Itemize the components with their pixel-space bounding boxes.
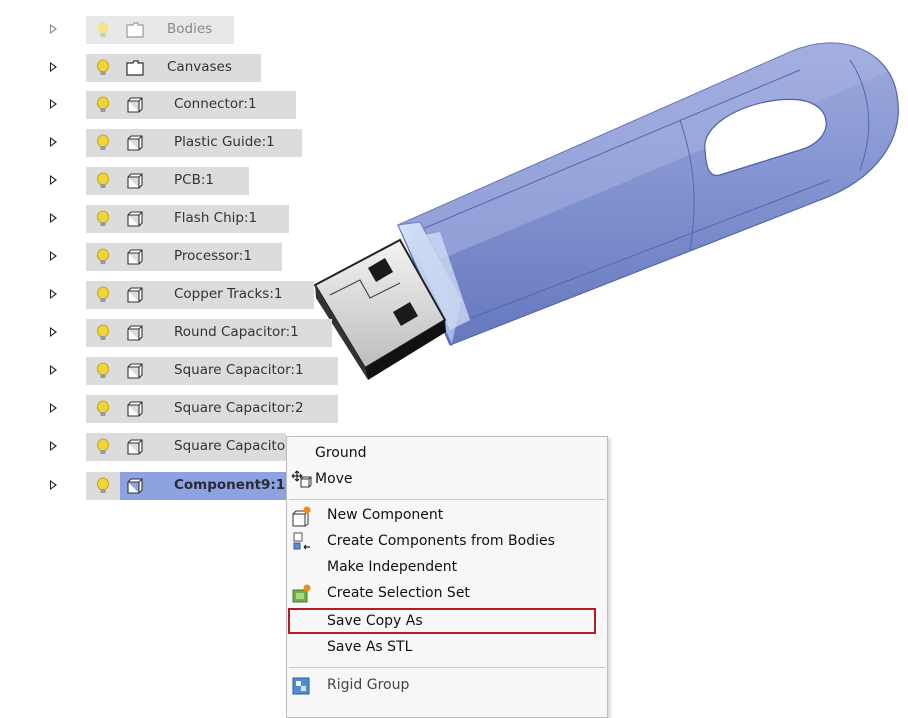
selection-set-icon <box>292 584 311 603</box>
tree-node-canvases[interactable]: Canvases <box>0 54 270 82</box>
menu-separator <box>289 667 605 668</box>
tree-node-component-selected[interactable]: Component9:1 <box>0 472 300 500</box>
component-icon <box>127 439 143 455</box>
visibility-bulb-icon[interactable] <box>95 59 111 77</box>
visibility-bulb-icon[interactable] <box>95 400 111 418</box>
tree-node-component[interactable]: Round Capacitor:1 <box>0 319 340 347</box>
component-icon <box>127 478 143 494</box>
visibility-bulb-icon[interactable] <box>95 248 111 266</box>
expand-arrow-icon[interactable] <box>50 24 57 34</box>
visibility-bulb-icon[interactable] <box>95 324 111 342</box>
component-icon <box>127 135 143 151</box>
tree-node-label: Flash Chip:1 <box>174 210 258 226</box>
tree-node-component[interactable]: Plastic Guide:1 <box>0 129 310 157</box>
menu-item-new-component[interactable]: New Component <box>287 503 607 529</box>
component-icon <box>127 97 143 113</box>
tree-node-component[interactable]: Square Capacitor:1 <box>0 357 340 385</box>
menu-item-label: Rigid Group <box>327 677 410 693</box>
tree-node-bodies[interactable]: Bodies <box>0 16 240 44</box>
components-from-bodies-icon <box>293 532 310 550</box>
tree-node-component[interactable]: Processor:1 <box>0 243 300 271</box>
menu-item-create-components-from-bodies[interactable]: Create Components from Bodies <box>287 529 607 555</box>
expand-arrow-icon[interactable] <box>50 213 57 223</box>
menu-item-rigid-group[interactable]: Rigid Group <box>287 673 607 699</box>
expand-arrow-icon[interactable] <box>50 327 57 337</box>
rigid-group-icon <box>292 677 310 695</box>
expand-arrow-icon[interactable] <box>50 403 57 413</box>
menu-item-move[interactable]: Move <box>287 467 607 493</box>
menu-item-label: Save As STL <box>327 639 413 655</box>
tree-node-component[interactable]: Copper Tracks:1 <box>0 281 320 309</box>
visibility-bulb-icon[interactable] <box>95 438 111 456</box>
expand-arrow-icon[interactable] <box>50 99 57 109</box>
expand-arrow-icon[interactable] <box>50 251 57 261</box>
expand-arrow-icon[interactable] <box>50 365 57 375</box>
usb-drive-model[interactable] <box>300 0 908 400</box>
expand-arrow-icon[interactable] <box>50 441 57 451</box>
tree-node-label: Square Capacitor:3 <box>174 438 304 454</box>
context-menu: Ground Move New Component Create Compone… <box>286 436 608 718</box>
tree-node-component[interactable]: Square Capacitor:2 <box>0 395 340 423</box>
component-icon <box>127 249 143 265</box>
menu-item-make-independent[interactable]: Make Independent <box>287 555 607 581</box>
component-icon <box>127 173 143 189</box>
expand-arrow-icon[interactable] <box>50 62 57 72</box>
menu-item-label: Create Selection Set <box>327 585 470 601</box>
tree-node-label: Bodies <box>167 21 213 37</box>
visibility-bulb-icon[interactable] <box>95 21 111 39</box>
component-icon <box>127 363 143 379</box>
tree-node-label: PCB:1 <box>174 172 214 188</box>
tree-node-component[interactable]: Flash Chip:1 <box>0 205 300 233</box>
visibility-bulb-icon[interactable] <box>95 172 111 190</box>
tree-node-label: Copper Tracks:1 <box>174 286 283 302</box>
menu-item-label: Make Independent <box>327 559 458 575</box>
component-icon <box>127 325 143 341</box>
tree-node-label: Processor:1 <box>174 248 252 264</box>
menu-item-ground[interactable]: Ground <box>287 441 607 467</box>
menu-item-label: Ground <box>315 445 367 461</box>
tree-node-label: Connector:1 <box>174 96 257 112</box>
visibility-bulb-icon[interactable] <box>95 134 111 152</box>
expand-arrow-icon[interactable] <box>50 289 57 299</box>
expand-arrow-icon[interactable] <box>50 175 57 185</box>
move-icon <box>291 470 312 488</box>
component-icon <box>127 401 143 417</box>
menu-item-label: Create Components from Bodies <box>327 533 555 549</box>
tree-node-label: Round Capacitor:1 <box>174 324 299 340</box>
tree-node-label: Plastic Guide:1 <box>174 134 275 150</box>
folder-icon <box>126 22 144 38</box>
visibility-bulb-icon[interactable] <box>95 286 111 304</box>
new-component-icon <box>292 506 311 527</box>
expand-arrow-icon[interactable] <box>50 137 57 147</box>
visibility-bulb-icon[interactable] <box>95 210 111 228</box>
tree-node-component[interactable]: Connector:1 <box>0 91 300 119</box>
tree-node-component[interactable]: Square Capacitor:3 <box>0 433 304 461</box>
visibility-bulb-icon[interactable] <box>95 96 111 114</box>
highlight-annotation <box>288 608 596 634</box>
tree-node-label: Square Capacitor:2 <box>174 400 304 416</box>
component-icon <box>127 287 143 303</box>
tree-node-component[interactable]: PCB:1 <box>0 167 250 195</box>
folder-icon <box>126 60 144 76</box>
tree-node-label: Square Capacitor:1 <box>174 362 304 378</box>
menu-item-create-selection-set[interactable]: Create Selection Set <box>287 581 607 607</box>
visibility-bulb-icon[interactable] <box>95 362 111 380</box>
menu-separator <box>289 499 605 500</box>
menu-item-label: New Component <box>327 507 444 523</box>
expand-arrow-icon[interactable] <box>50 480 57 490</box>
component-icon <box>127 211 143 227</box>
menu-item-save-as-stl[interactable]: Save As STL <box>287 635 607 661</box>
menu-item-label: Move <box>315 471 353 487</box>
tree-node-label: Canvases <box>167 59 232 75</box>
tree-node-label: Component9:1 <box>174 477 286 493</box>
visibility-bulb-icon[interactable] <box>95 477 111 495</box>
